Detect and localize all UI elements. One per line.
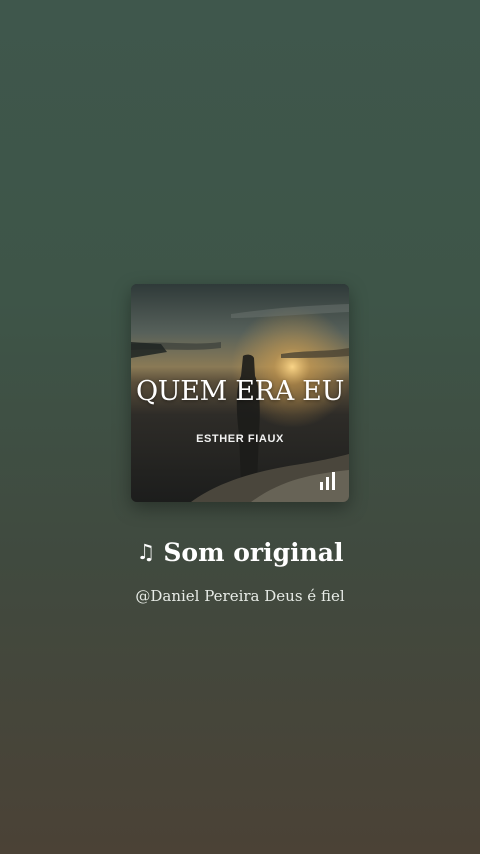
sound-title-row: ♫ Som original [0, 538, 480, 567]
album-artist: ESTHER FIAUX [196, 433, 284, 445]
album-cover[interactable]: QUEM ERA EU ESTHER FIAUX [131, 284, 349, 502]
sound-page: QUEM ERA EU ESTHER FIAUX ♫ Som original @… [0, 0, 480, 854]
album-title: QUEM ERA EU [135, 376, 345, 407]
audio-bars-icon [320, 472, 335, 490]
music-note-icon: ♫ [136, 540, 156, 564]
sound-author-link[interactable]: @Daniel Pereira Deus é fiel [0, 587, 480, 605]
sound-title: Som original [163, 538, 344, 567]
